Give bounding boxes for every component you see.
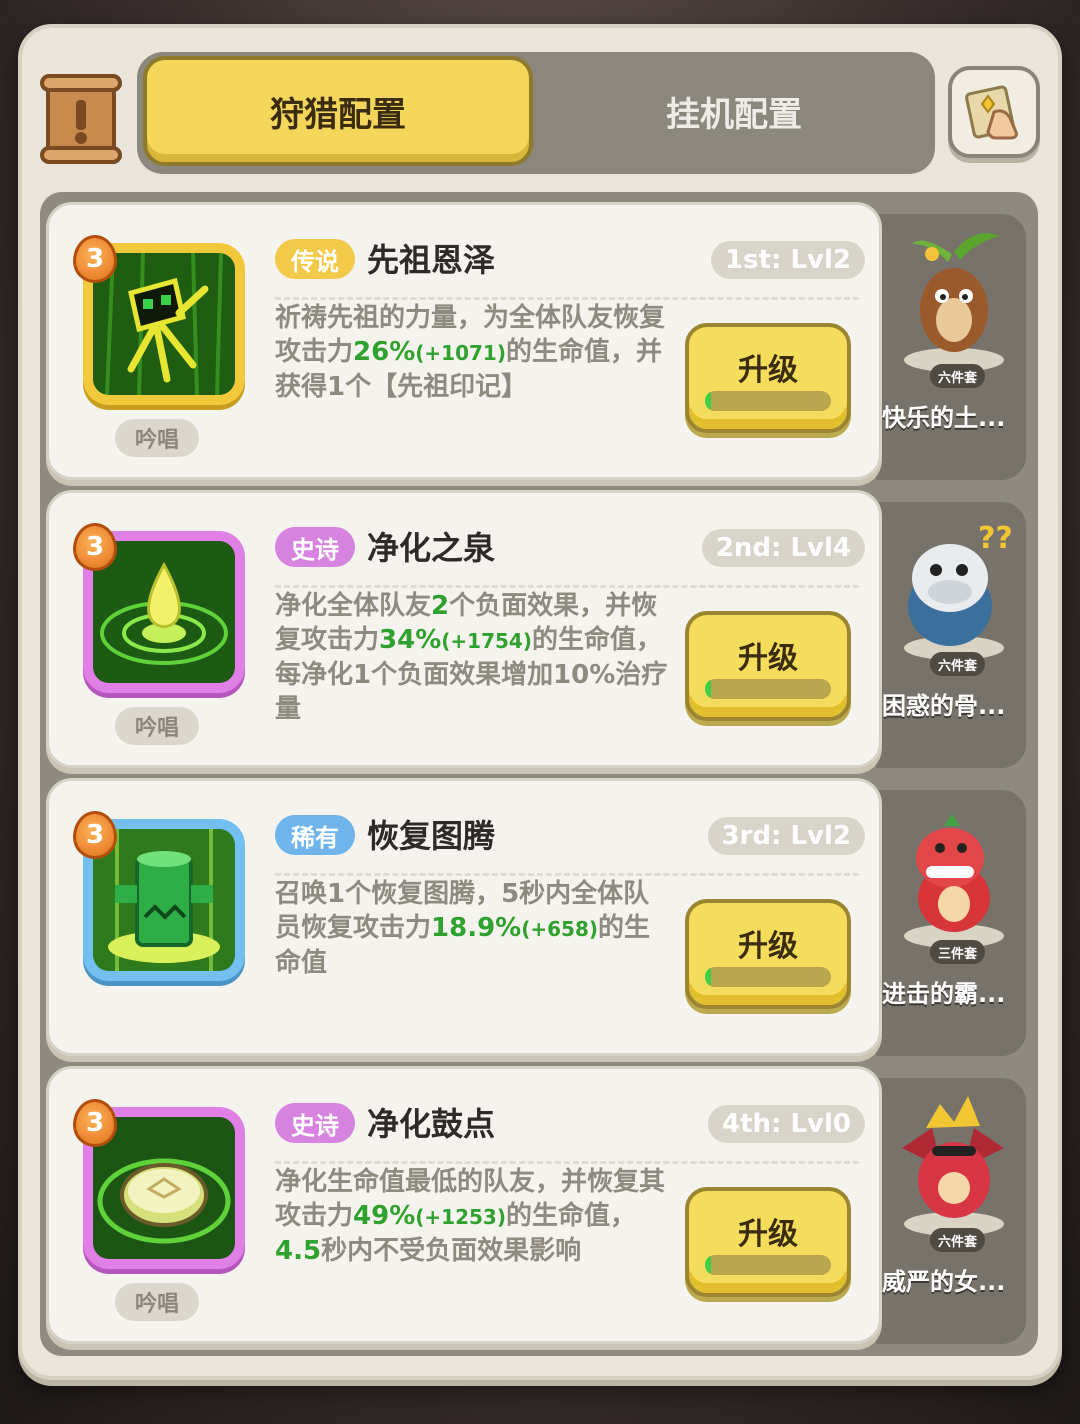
rarity-badge: 稀有 bbox=[275, 815, 355, 855]
divider bbox=[275, 873, 859, 876]
set-badge: 三件套 bbox=[930, 940, 986, 964]
skill-card: 3 吟唱 史诗 净化鼓点 4th: Lvl0 净化生命值最低的队友，并恢复其攻击… bbox=[46, 1066, 882, 1344]
healing-totem-icon bbox=[93, 829, 235, 971]
ancestor-spirit-icon bbox=[93, 253, 235, 395]
pet-portrait: ?? bbox=[892, 512, 1014, 662]
pet-name: 进击的霸... bbox=[882, 980, 1006, 1008]
skill-name: 恢复图腾 bbox=[367, 817, 496, 855]
cost-badge: 3 bbox=[73, 523, 117, 571]
upgrade-label: 升级 bbox=[738, 353, 798, 388]
pet-name: 威严的女... bbox=[882, 1268, 1006, 1296]
divider bbox=[275, 585, 859, 588]
map-button[interactable] bbox=[948, 66, 1040, 158]
upgrade-progress bbox=[705, 967, 831, 987]
cost-badge: 3 bbox=[73, 811, 117, 859]
svg-text:??: ?? bbox=[978, 521, 1013, 556]
skill-description: 净化全体队友2个负面效果，并恢复攻击力34%(+1754)的生命值，每净化1个负… bbox=[275, 591, 668, 724]
chant-tag: 吟唱 bbox=[115, 1283, 199, 1321]
skill-row: 六件套 威严的女... 3 吟唱 史诗 净化鼓点 4th: Lvl0 净化生命值… bbox=[46, 1066, 1026, 1344]
pet-panel[interactable]: ?? 六件套 困惑的骨... bbox=[876, 502, 1026, 768]
pet-portrait bbox=[892, 800, 1014, 950]
pet-name: 快乐的土... bbox=[882, 404, 1006, 432]
skill-row: 三件套 进击的霸... 3 稀有 恢复图腾 3rd: Lvl2 召唤1个恢复图腾… bbox=[46, 778, 1026, 1056]
upgrade-button[interactable]: 升级 bbox=[685, 899, 851, 1009]
upgrade-progress bbox=[705, 679, 831, 699]
divider bbox=[275, 297, 859, 300]
chant-tag: 吟唱 bbox=[115, 419, 199, 457]
skill-level: 2nd: Lvl4 bbox=[701, 529, 865, 567]
purify-spring-icon bbox=[93, 541, 235, 683]
skill-name: 先祖恩泽 bbox=[367, 241, 496, 279]
upgrade-progress bbox=[705, 1255, 831, 1275]
skill-level: 4th: Lvl0 bbox=[708, 1105, 865, 1143]
pet-portrait bbox=[892, 224, 1014, 374]
rarity-badge: 史诗 bbox=[275, 527, 355, 567]
scroll-alert-icon[interactable] bbox=[40, 72, 122, 164]
chant-tag: 吟唱 bbox=[115, 707, 199, 745]
rarity-badge: 传说 bbox=[275, 239, 355, 279]
cost-badge: 3 bbox=[73, 235, 117, 283]
upgrade-button[interactable]: 升级 bbox=[685, 323, 851, 433]
tab-idle-config[interactable]: 挂机配置 bbox=[537, 56, 931, 166]
set-badge: 六件套 bbox=[930, 1228, 986, 1252]
upgrade-progress bbox=[705, 391, 831, 411]
pet-panel[interactable]: 六件套 威严的女... bbox=[876, 1078, 1026, 1344]
pet-name: 困惑的骨... bbox=[882, 692, 1006, 720]
skill-row: 六件套 快乐的土... 3 吟唱 传说 先祖恩泽 1st: Lvl2 祈祷先祖的… bbox=[46, 202, 1026, 480]
skill-row: ?? 六件套 困惑的骨... 3 吟唱 史诗 净化之泉 2nd: Lvl4 净化… bbox=[46, 490, 1026, 768]
divider bbox=[275, 1161, 859, 1164]
skill-description: 净化生命值最低的队友，并恢复其攻击力49%(+1253)的生命值，4.5秒内不受… bbox=[275, 1167, 666, 1266]
skill-name: 净化之泉 bbox=[367, 529, 496, 567]
skill-description: 召唤1个恢复图腾，5秒内全体队员恢复攻击力18.9%(+658)的生命值 bbox=[275, 879, 651, 978]
skill-level: 1st: Lvl2 bbox=[711, 241, 865, 279]
upgrade-button[interactable]: 升级 bbox=[685, 611, 851, 721]
skill-level: 3rd: Lvl2 bbox=[707, 817, 865, 855]
pet-panel[interactable]: 三件套 进击的霸... bbox=[876, 790, 1026, 1056]
skill-description: 祈祷先祖的力量，为全体队友恢复攻击力26%(+1071)的生命值，并获得1个【先… bbox=[275, 303, 666, 402]
set-badge: 六件套 bbox=[930, 652, 986, 676]
skill-name: 净化鼓点 bbox=[367, 1105, 496, 1143]
upgrade-button[interactable]: 升级 bbox=[685, 1187, 851, 1297]
upgrade-label: 升级 bbox=[738, 1217, 798, 1252]
cost-badge: 3 bbox=[73, 1099, 117, 1147]
skill-card: 3 吟唱 传说 先祖恩泽 1st: Lvl2 祈祷先祖的力量，为全体队友恢复攻击… bbox=[46, 202, 882, 480]
rarity-badge: 史诗 bbox=[275, 1103, 355, 1143]
config-tabs: 狩猎配置 挂机配置 bbox=[137, 52, 935, 174]
upgrade-label: 升级 bbox=[738, 929, 798, 964]
skill-card: 3 稀有 恢复图腾 3rd: Lvl2 召唤1个恢复图腾，5秒内全体队员恢复攻击… bbox=[46, 778, 882, 1056]
pet-portrait bbox=[892, 1088, 1014, 1238]
set-badge: 六件套 bbox=[930, 364, 986, 388]
map-hand-icon bbox=[965, 85, 1018, 140]
upgrade-label: 升级 bbox=[738, 641, 798, 676]
tab-hunt-config[interactable]: 狩猎配置 bbox=[143, 56, 533, 166]
purify-drum-icon bbox=[93, 1117, 235, 1259]
skill-card: 3 吟唱 史诗 净化之泉 2nd: Lvl4 净化全体队友2个负面效果，并恢复攻… bbox=[46, 490, 882, 768]
pet-panel[interactable]: 六件套 快乐的土... bbox=[876, 214, 1026, 480]
